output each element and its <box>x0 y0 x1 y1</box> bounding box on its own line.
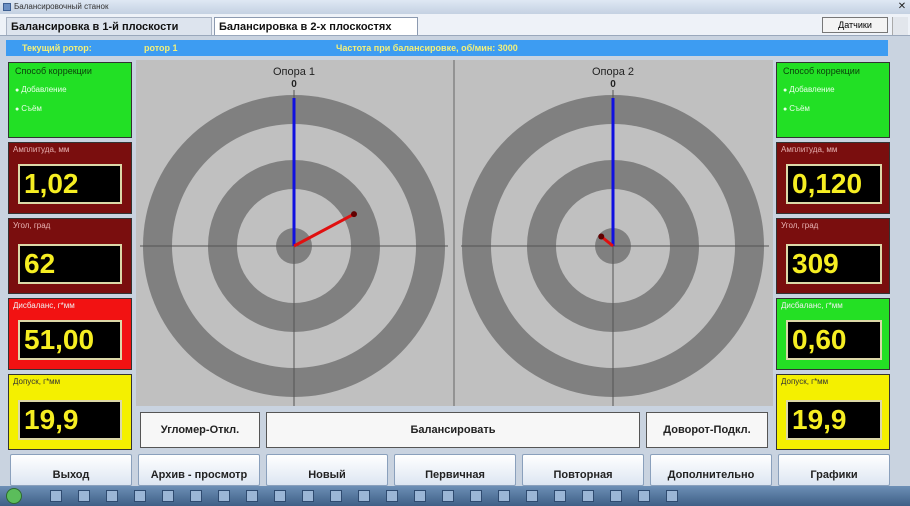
target-2-vector-tip <box>598 233 605 240</box>
taskbar-app-icon[interactable] <box>78 490 90 502</box>
taskbar-app-icon[interactable] <box>610 490 622 502</box>
target-1-zero-label: 0 <box>291 79 297 90</box>
left-tolerance-label: Допуск, г*мм <box>13 377 61 386</box>
angle-meter-button[interactable]: Угломер-Откл. <box>140 412 260 448</box>
left-phase-value: 62 <box>18 244 122 284</box>
turn-button[interactable]: Доворот-Подкл. <box>646 412 768 448</box>
right-amplitude-value: 0,120 <box>786 164 882 204</box>
left-phase-panel: Угол, град 62 <box>8 218 132 294</box>
taskbar-app-icon[interactable] <box>526 490 538 502</box>
taskbar-app-icon[interactable] <box>666 490 678 502</box>
right-amplitude-panel: Амплитуда, мм 0,120 <box>776 142 890 214</box>
close-icon[interactable]: ✕ <box>897 0 907 14</box>
taskbar-app-icon[interactable] <box>554 490 566 502</box>
taskbar-app-icon[interactable] <box>470 490 482 502</box>
sensors-button[interactable]: Датчики <box>822 17 888 33</box>
app-icon <box>3 3 11 11</box>
target-1-vector-tip <box>350 211 357 218</box>
right-option-add[interactable]: Добавление <box>777 79 889 94</box>
right-tolerance-panel: Допуск, г*мм 19,9 <box>776 374 890 450</box>
target-1-label: Опора 1 <box>273 66 315 78</box>
target-display-area: Опора 1 0 Опора 2 0 <box>136 60 773 406</box>
taskbar-app-icon[interactable] <box>638 490 650 502</box>
right-imbalance-panel: Дисбаланс, г*мм 0,60 <box>776 298 890 370</box>
tab-scroll-arrows[interactable] <box>892 17 908 35</box>
target-2-zero-label: 0 <box>610 79 616 90</box>
right-imbalance-label: Дисбаланс, г*мм <box>781 301 843 310</box>
left-imbalance-label: Дисбаланс, г*мм <box>13 301 75 310</box>
taskbar-app-icon[interactable] <box>386 490 398 502</box>
left-correction-panel: Способ коррекции Добавление Съём <box>8 62 132 138</box>
exit-button[interactable]: Выход <box>10 454 132 486</box>
taskbar-app-icon[interactable] <box>162 490 174 502</box>
taskbar-app-icon[interactable] <box>442 490 454 502</box>
archive-button[interactable]: Архив - просмотр <box>138 454 260 486</box>
taskbar-app-icon[interactable] <box>330 490 342 502</box>
target-support-2: Опора 2 0 <box>461 66 769 406</box>
left-tolerance-value: 19,9 <box>18 400 122 440</box>
graphs-button[interactable]: Графики <box>778 454 890 486</box>
left-imbalance-panel: Дисбаланс, г*мм 51,00 <box>8 298 132 370</box>
left-amplitude-panel: Амплитуда, мм 1,02 <box>8 142 132 214</box>
primary-button[interactable]: Первичная <box>394 454 516 486</box>
right-option-remove[interactable]: Съём <box>777 94 889 113</box>
taskbar-app-icon[interactable] <box>582 490 594 502</box>
taskbar <box>0 486 910 506</box>
left-option-remove[interactable]: Съём <box>9 94 131 113</box>
current-rotor-value: ротор 1 <box>144 43 178 53</box>
right-phase-panel: Угол, град 309 <box>776 218 890 294</box>
right-correction-title: Способ коррекции <box>783 66 860 76</box>
left-amplitude-value: 1,02 <box>18 164 122 204</box>
taskbar-app-icon[interactable] <box>218 490 230 502</box>
left-tolerance-panel: Допуск, г*мм 19,9 <box>8 374 132 450</box>
taskbar-app-icon[interactable] <box>498 490 510 502</box>
left-imbalance-value: 51,00 <box>18 320 122 360</box>
info-bar: Текущий ротор: ротор 1 Частота при балан… <box>6 40 888 56</box>
balance-button[interactable]: Балансировать <box>266 412 640 448</box>
tab-two-plane[interactable]: Балансировка в 2-х плоскостях <box>214 17 418 35</box>
taskbar-app-icon[interactable] <box>274 490 286 502</box>
left-amplitude-label: Амплитуда, мм <box>13 145 70 154</box>
taskbar-app-icon[interactable] <box>302 490 314 502</box>
additional-button[interactable]: Дополнительно <box>650 454 772 486</box>
tab-single-plane[interactable]: Балансировка в 1-й плоскости <box>6 17 212 35</box>
taskbar-app-icon[interactable] <box>246 490 258 502</box>
target-support-1: Опора 1 0 <box>140 66 448 406</box>
start-button-icon[interactable] <box>6 488 22 504</box>
repeat-button[interactable]: Повторная <box>522 454 644 486</box>
left-phase-label: Угол, град <box>13 221 51 230</box>
right-phase-value: 309 <box>786 244 882 284</box>
taskbar-app-icon[interactable] <box>358 490 370 502</box>
right-phase-label: Угол, град <box>781 221 819 230</box>
target-display: Опора 1 0 Опора 2 0 <box>140 60 769 406</box>
taskbar-app-icon[interactable] <box>50 490 62 502</box>
right-correction-panel: Способ коррекции Добавление Съём <box>776 62 890 138</box>
title-bar: Балансировочный станок ✕ <box>0 0 910 14</box>
left-correction-title: Способ коррекции <box>15 66 92 76</box>
taskbar-app-icon[interactable] <box>190 490 202 502</box>
app-window: Балансировочный станок ✕ Балансировка в … <box>0 0 910 506</box>
right-amplitude-label: Амплитуда, мм <box>781 145 838 154</box>
frequency-text: Частота при балансировке, об/мин: 3000 <box>336 43 518 53</box>
current-rotor-label: Текущий ротор: <box>22 43 92 53</box>
window-title: Балансировочный станок <box>14 2 109 11</box>
new-button[interactable]: Новый <box>266 454 388 486</box>
target-2-label: Опора 2 <box>592 66 634 78</box>
tab-bar: Балансировка в 1-й плоскости Балансировк… <box>0 14 910 36</box>
taskbar-app-icon[interactable] <box>414 490 426 502</box>
right-tolerance-value: 19,9 <box>786 400 882 440</box>
left-option-add[interactable]: Добавление <box>9 79 131 94</box>
taskbar-app-icon[interactable] <box>106 490 118 502</box>
taskbar-app-icon[interactable] <box>134 490 146 502</box>
right-imbalance-value: 0,60 <box>786 320 882 360</box>
right-tolerance-label: Допуск, г*мм <box>781 377 829 386</box>
